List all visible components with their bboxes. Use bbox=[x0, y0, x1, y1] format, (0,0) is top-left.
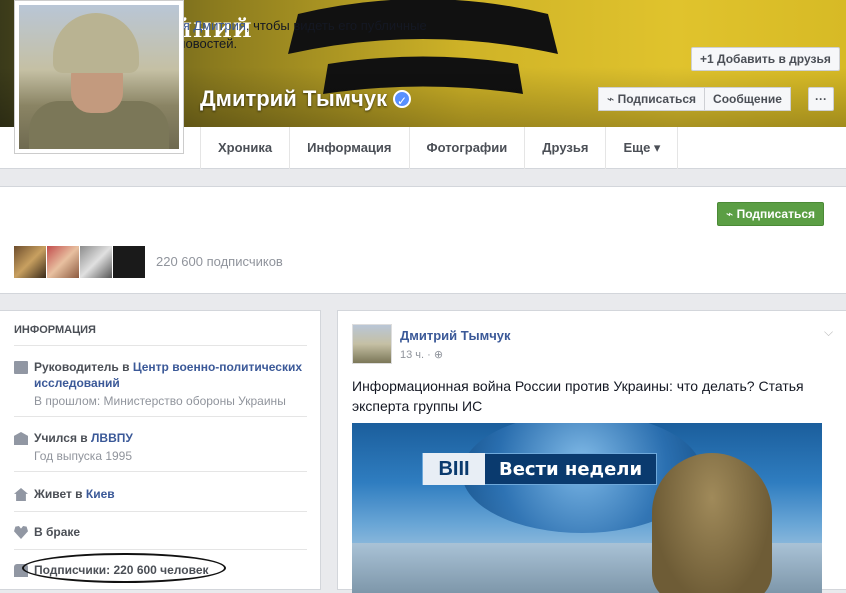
edu-link[interactable]: ЛВВПУ bbox=[91, 431, 133, 445]
subscriber-avatar[interactable] bbox=[80, 246, 112, 278]
home-icon bbox=[14, 488, 28, 501]
post-author-avatar[interactable] bbox=[352, 324, 392, 364]
profile-name[interactable]: Дмитрий Тымчук ✓ bbox=[200, 86, 412, 112]
briefcase-icon bbox=[14, 361, 28, 374]
vesti-title: Вести недели bbox=[499, 458, 643, 480]
add-friend-button[interactable]: +1 Добавить в друзья bbox=[691, 47, 840, 71]
info-card: ИНФОРМАЦИЯ Руководитель в Центр военно-п… bbox=[0, 310, 321, 590]
edu-year: Год выпуска 1995 bbox=[34, 449, 133, 463]
chevron-down-icon[interactable]: ⌵ bbox=[824, 325, 833, 340]
post-text: Информационная война России против Украи… bbox=[352, 378, 804, 414]
profile-name-text: Дмитрий Тымчук bbox=[200, 86, 388, 111]
info-heading: ИНФОРМАЦИЯ bbox=[14, 324, 96, 336]
tab-more[interactable]: Еще ▾ bbox=[605, 127, 679, 169]
home-prefix: Живет в bbox=[34, 487, 86, 501]
work-prefix: Руководитель в bbox=[34, 360, 133, 374]
message-button[interactable]: Сообщение bbox=[705, 87, 791, 111]
divider bbox=[14, 511, 307, 512]
info-work: Руководитель в Центр военно-политических… bbox=[14, 359, 314, 409]
post-image[interactable]: ВIII Вести недели bbox=[352, 423, 822, 593]
subscriber-thumbnails bbox=[14, 246, 145, 278]
subscribe-label: Подписаться bbox=[617, 92, 697, 106]
tab-friends[interactable]: Друзья bbox=[524, 127, 605, 169]
subscriber-avatar[interactable] bbox=[14, 246, 46, 278]
tab-timeline[interactable]: Хроника bbox=[200, 127, 289, 169]
divider bbox=[14, 345, 307, 346]
verified-check-icon: ✓ bbox=[393, 90, 412, 108]
subscriber-avatar[interactable] bbox=[113, 246, 145, 278]
profile-actions: ⌁ Подписаться Сообщение bbox=[598, 87, 791, 111]
tab-photos[interactable]: Фотографии bbox=[408, 127, 525, 169]
edu-prefix: Учился в bbox=[34, 431, 91, 445]
heart-icon bbox=[14, 526, 28, 539]
work-past: В прошлом: Министерство обороны Украины bbox=[34, 394, 286, 408]
divider bbox=[14, 416, 307, 417]
rss-icon: ⌁ bbox=[607, 92, 618, 106]
home-link[interactable]: Киев bbox=[86, 487, 115, 501]
post-timestamp[interactable]: 13 ч. · ⊕ bbox=[400, 348, 443, 361]
subscribe-button[interactable]: ⌁ Подписаться bbox=[598, 87, 706, 111]
rss-icon: ⌁ bbox=[726, 207, 737, 221]
info-education: Учился в ЛВВПУ Год выпуска 1995 bbox=[14, 430, 314, 464]
vesti-banner: ВIII Вести недели bbox=[422, 453, 658, 485]
annotation-circle bbox=[22, 553, 226, 583]
character-figure bbox=[652, 453, 772, 593]
subscriber-count[interactable]: 220 600 подписчиков bbox=[156, 254, 283, 269]
subscriber-avatar[interactable] bbox=[47, 246, 79, 278]
post-author-name[interactable]: Дмитрий Тымчук bbox=[400, 328, 511, 343]
divider bbox=[14, 471, 307, 472]
info-relationship: В браке bbox=[14, 524, 314, 540]
info-home: Живет в Киев bbox=[14, 486, 314, 502]
profile-picture[interactable] bbox=[14, 0, 184, 154]
more-actions-button[interactable]: ··· bbox=[808, 87, 834, 111]
post-card: Дмитрий Тымчук 13 ч. · ⊕ ⌵ Информационна… bbox=[337, 310, 846, 593]
vesti-logo: ВIII bbox=[423, 453, 485, 485]
tab-about[interactable]: Информация bbox=[289, 127, 408, 169]
divider bbox=[14, 549, 307, 550]
relationship-status: В браке bbox=[34, 525, 81, 539]
subscribe-green-button[interactable]: ⌁ Подписаться bbox=[717, 202, 825, 226]
school-icon bbox=[14, 432, 28, 445]
subscribe-green-label: Подписаться bbox=[736, 207, 816, 221]
